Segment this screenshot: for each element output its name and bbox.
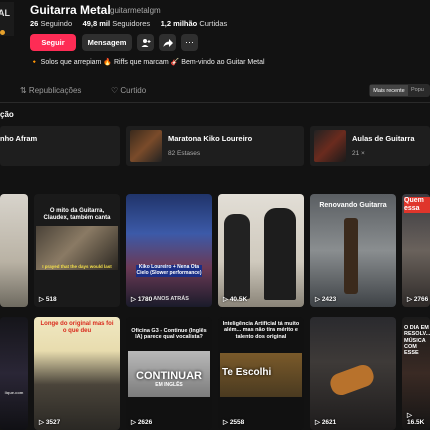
video-caption: Renovando Guitarra: [319, 202, 387, 209]
collection-card[interactable]: Aulas de Guitarra 21 ×: [310, 126, 430, 166]
video-thumbnail[interactable]: Kiko Loureiro + Nena Ota Cielo (Slower p…: [126, 194, 212, 307]
more-dots-icon: ⋯: [185, 37, 194, 47]
video-subcaption: ANOS ATRÁS: [153, 296, 189, 302]
view-count: ▷ 2766: [407, 296, 429, 303]
avatar-text: AL: [0, 8, 10, 18]
video-thumbnail[interactable]: Longe do original mas foi o que deu ▷ 35…: [34, 317, 120, 430]
video-image: [224, 214, 250, 299]
collection-title: Aulas de Guitarra: [352, 134, 415, 143]
view-count: ▷ 16.5K: [407, 412, 425, 426]
add-friend-button[interactable]: [137, 34, 154, 51]
video-subcaption: Te Escolhi: [222, 367, 272, 378]
view-count: ▷ 2626: [131, 419, 153, 426]
add-user-icon: [141, 38, 150, 47]
video-thumbnail[interactable]: lique.com: [0, 317, 28, 430]
video-caption: O mito da Guitarra, Claudex, também cant…: [43, 208, 111, 221]
tab-curtido[interactable]: ♡ Curtido: [111, 86, 146, 95]
tabs-divider: [0, 102, 430, 103]
collection-thumbnail: [130, 130, 162, 162]
video-image: [264, 208, 296, 300]
sort-recent-button[interactable]: Mais recente: [370, 85, 408, 96]
collection-thumbnail: [314, 130, 346, 162]
view-count: ▷ 40.5K: [223, 296, 248, 303]
view-count: ▷ 2621: [315, 419, 337, 426]
collection-card[interactable]: nho Afram: [0, 126, 120, 166]
video-caption: Inteligência Artificial tá muito além...…: [222, 321, 300, 340]
profile-name: Guitarra Metal: [30, 3, 111, 17]
video-thumbnail[interactable]: [0, 194, 28, 307]
likes-label: Curtidas: [199, 19, 228, 28]
profile-handle: guitarmetalgm: [110, 6, 161, 15]
view-count: ▷ 2558: [223, 419, 245, 426]
video-thumbnail[interactable]: ▷ 40.5K: [218, 194, 304, 307]
sort-popular-button[interactable]: Popu: [411, 85, 424, 96]
share-arrow-icon: [163, 38, 173, 47]
video-caption: lique.com: [4, 390, 24, 395]
video-caption: Quem essa: [404, 197, 430, 214]
video-thumbnail[interactable]: Inteligência Artificial tá muito além...…: [218, 317, 304, 430]
likes-count: 1,2 milhão: [160, 19, 198, 28]
collection-card[interactable]: Maratona Kiko Loureiro 82 Estases: [126, 126, 304, 166]
video-caption: O DIA EM RESOLV... MÚSICA COM ESSE: [404, 325, 430, 357]
followers-count[interactable]: 49,8 mil: [83, 19, 111, 28]
collections-title: ção: [0, 110, 14, 119]
video-subcaption: I prayed that the days would last: [42, 264, 112, 269]
view-count: ▷ 3527: [39, 419, 61, 426]
video-image: [344, 218, 358, 294]
video-thumbnail[interactable]: Renovando Guitarra ▷ 2423: [310, 194, 396, 307]
video-thumbnail[interactable]: O mito da Guitarra, Claudex, também cant…: [34, 194, 120, 307]
video-thumbnail[interactable]: Quem essa ▷ 2766: [402, 194, 430, 307]
video-caption: Longe do original mas foi o que deu: [40, 321, 114, 334]
collection-subtitle: 82 Estases: [168, 150, 201, 157]
follow-button[interactable]: Seguir: [30, 34, 76, 51]
collection-title: Maratona Kiko Loureiro: [168, 134, 253, 143]
collection-subtitle: 21 ×: [352, 150, 365, 157]
collection-title: nho Afram: [0, 134, 38, 143]
avatar-badge-icon: [0, 30, 5, 35]
video-thumbnail[interactable]: ▷ 2621: [310, 317, 396, 430]
following-count[interactable]: 26: [30, 19, 38, 28]
message-button[interactable]: Mensagem: [82, 34, 132, 51]
share-button[interactable]: [159, 34, 176, 51]
video-thumbnail[interactable]: Oficina G3 - Continue (Inglês IA) parece…: [126, 317, 212, 430]
video-thumbnail[interactable]: O DIA EM RESOLV... MÚSICA COM ESSE ▷ 16.…: [402, 317, 430, 430]
more-options-button[interactable]: ⋯: [181, 34, 198, 51]
avatar[interactable]: AL: [0, 2, 14, 36]
video-image: [327, 362, 377, 398]
following-label: Seguindo: [40, 19, 73, 28]
video-caption: Oficina G3 - Continue (Inglês IA) parece…: [131, 328, 207, 341]
view-count: ▷ 1780: [131, 296, 153, 303]
video-subcaption-2: EM INGLÊS: [155, 382, 183, 388]
video-subcaption: CONTINUAR: [136, 370, 202, 382]
sort-toggle: Mais recente Popu: [369, 84, 430, 97]
video-caption: Kiko Loureiro + Nena Ota Cielo (Slower p…: [136, 264, 202, 277]
profile-stats: 26 Seguindo 49,8 mil Seguidores 1,2 milh…: [30, 19, 227, 28]
profile-bio: 🔸 Solos que arrepiam 🔥 Riffs que marcam …: [30, 59, 265, 66]
followers-label: Seguidores: [112, 19, 151, 28]
view-count: ▷ 2423: [315, 296, 337, 303]
tab-republicacoes[interactable]: ⇅ Republicações: [20, 86, 81, 95]
view-count: ▷ 518: [39, 296, 57, 303]
